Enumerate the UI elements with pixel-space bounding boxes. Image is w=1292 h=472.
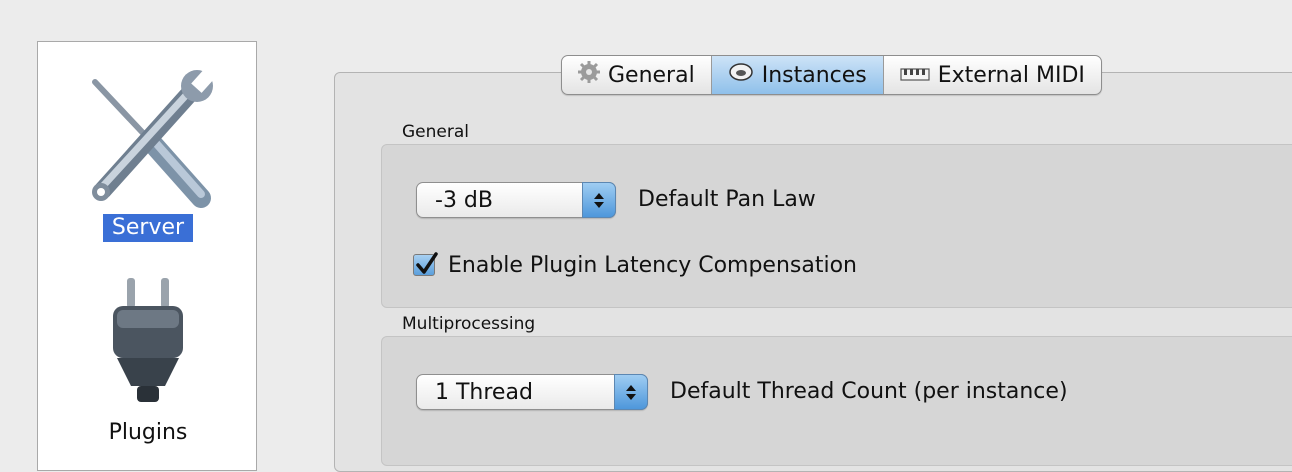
ring-icon xyxy=(728,61,754,89)
sidebar: Server Plugins xyxy=(37,41,257,471)
tab-external-midi[interactable]: External MIDI xyxy=(884,56,1101,94)
popup-stepper xyxy=(614,374,648,410)
tab-label: External MIDI xyxy=(937,62,1085,88)
latency-compensation-checkbox[interactable] xyxy=(413,252,438,276)
group-title-general: General xyxy=(402,122,469,142)
thread-count-popup[interactable]: 1 Thread xyxy=(416,374,648,410)
latency-compensation-label[interactable]: Enable Plugin Latency Compensation xyxy=(448,253,857,278)
checkmark-icon xyxy=(416,252,438,274)
pan-law-label: Default Pan Law xyxy=(638,187,816,212)
tab-general[interactable]: General xyxy=(562,56,712,94)
sidebar-item-label: Server xyxy=(102,214,194,242)
sidebar-item-label: Plugins xyxy=(108,420,188,445)
pan-law-popup[interactable]: -3 dB xyxy=(416,182,616,218)
pan-law-value: -3 dB xyxy=(435,187,493,213)
tab-instances[interactable]: Instances xyxy=(711,56,884,94)
sidebar-item-server[interactable]: Server xyxy=(38,66,258,242)
tools-icon xyxy=(92,68,215,208)
general-group-box xyxy=(381,144,1292,308)
popup-stepper xyxy=(582,182,616,218)
plug-icon xyxy=(113,278,183,402)
gear-icon xyxy=(578,61,600,89)
tab-label: General xyxy=(608,62,695,88)
tab-label: Instances xyxy=(761,62,867,88)
thread-count-value: 1 Thread xyxy=(435,379,533,405)
thread-count-label: Default Thread Count (per instance) xyxy=(670,379,1068,404)
tab-bar: General Instances External MIDI xyxy=(561,55,1102,95)
sidebar-item-plugins[interactable]: Plugins xyxy=(38,274,258,445)
midi-keyboard-icon xyxy=(900,63,930,88)
group-title-multiprocessing: Multiprocessing xyxy=(402,314,536,334)
